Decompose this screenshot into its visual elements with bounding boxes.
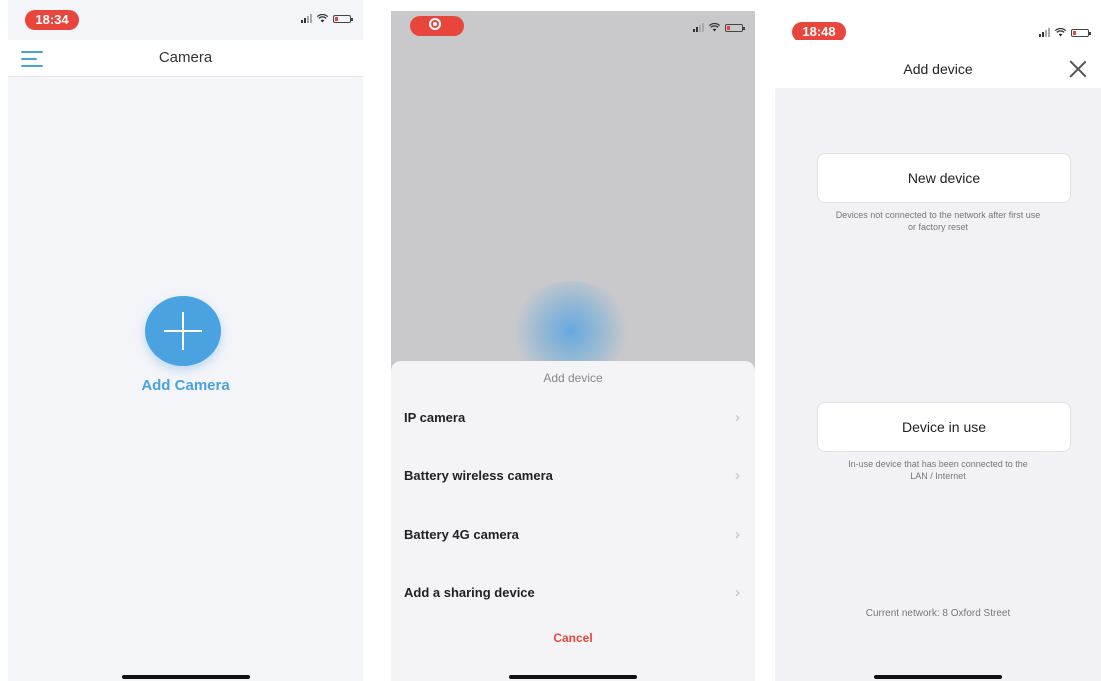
close-icon[interactable] xyxy=(1069,60,1087,78)
device-in-use-button[interactable]: Device in use xyxy=(817,402,1071,452)
sheet-title: Add device xyxy=(543,371,603,385)
action-sheet: Add device IP camera › Battery wireless … xyxy=(391,361,755,681)
home-indicator xyxy=(874,675,1002,679)
wifi-icon xyxy=(709,23,720,32)
chevron-right-icon: › xyxy=(735,409,740,426)
battery-icon xyxy=(725,23,745,32)
wifi-icon xyxy=(1055,28,1066,37)
sheet-item-label: Add a sharing device xyxy=(404,585,535,600)
add-device-sheet-screen: Add device IP camera › Battery wireless … xyxy=(391,11,755,681)
nav-bar: Camera xyxy=(8,40,363,77)
sheet-item-battery-wireless-camera[interactable]: Battery wireless camera › xyxy=(404,461,740,491)
signal-icon xyxy=(693,23,704,32)
add-device-screen: 18:48 Add device New device Devices not … xyxy=(775,0,1101,681)
device-in-use-description: In-use device that has been connected to… xyxy=(848,459,1028,481)
cancel-button[interactable]: Cancel xyxy=(391,631,755,645)
new-device-button[interactable]: New device xyxy=(817,153,1071,203)
chevron-right-icon: › xyxy=(735,526,740,543)
nav-bar: Add device xyxy=(775,40,1101,88)
status-bar: 18:34 xyxy=(8,0,363,40)
page-title: Camera xyxy=(158,49,213,66)
current-network-label: Current network: 8 Oxford Street xyxy=(865,608,1011,619)
battery-icon xyxy=(1071,28,1091,37)
sheet-item-ip-camera[interactable]: IP camera › xyxy=(404,403,740,433)
home-indicator xyxy=(121,675,250,679)
battery-icon xyxy=(333,14,353,23)
record-indicator xyxy=(410,16,464,36)
sheet-item-label: IP camera xyxy=(404,410,466,425)
signal-icon xyxy=(1039,28,1050,37)
sheet-item-label: Battery 4G camera xyxy=(404,527,519,542)
new-device-description: Devices not connected to the network aft… xyxy=(835,210,1041,232)
sheet-item-battery-4g-camera[interactable]: Battery 4G camera › xyxy=(404,520,740,550)
wifi-icon xyxy=(317,14,328,23)
status-bar: 18:48 xyxy=(775,0,1101,42)
add-camera-button[interactable] xyxy=(145,296,221,366)
home-indicator xyxy=(509,675,637,679)
add-camera-label[interactable]: Add Camera xyxy=(8,377,363,394)
chevron-right-icon: › xyxy=(735,467,740,484)
status-time: 18:34 xyxy=(25,10,79,30)
status-time: 18:48 xyxy=(792,22,846,42)
sheet-item-label: Battery wireless camera xyxy=(404,468,553,483)
page-title: Add device xyxy=(903,61,973,77)
sheet-item-add-sharing-device[interactable]: Add a sharing device › xyxy=(404,578,740,608)
status-bar xyxy=(391,11,755,51)
record-icon xyxy=(429,18,441,30)
camera-screen: 18:34 Camera Add Camera xyxy=(8,0,363,681)
chevron-right-icon: › xyxy=(735,584,740,601)
signal-icon xyxy=(301,14,312,23)
